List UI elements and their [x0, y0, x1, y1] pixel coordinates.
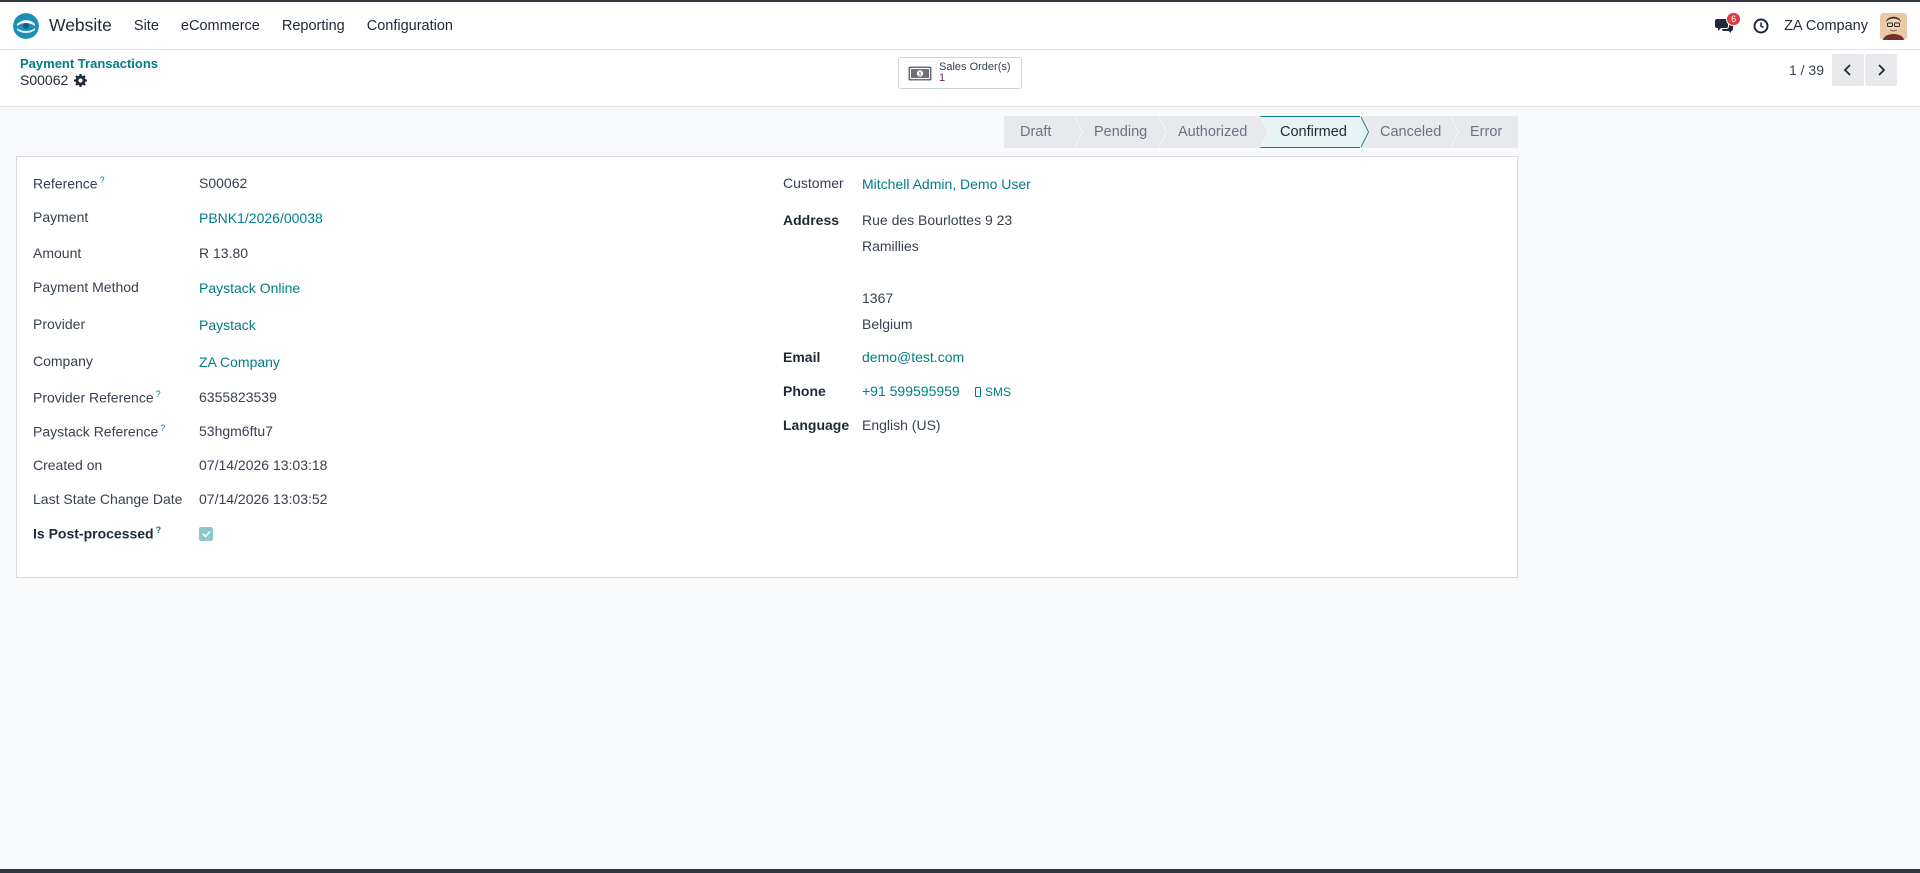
pager-next-button[interactable] — [1865, 54, 1897, 86]
email-label: Email — [783, 349, 821, 365]
send-sms-button[interactable]: SMS — [975, 385, 1011, 399]
stage-pending[interactable]: Pending — [1074, 116, 1167, 148]
provider-reference-value: 6355823539 — [199, 389, 277, 405]
amount-value: R 13.80 — [199, 245, 249, 261]
gear-icon — [74, 73, 88, 87]
record-name: S00062 — [20, 72, 69, 88]
chevron-right-icon — [1878, 64, 1886, 76]
payment-label: Payment — [33, 209, 89, 225]
record-pager: 1 / 39 — [1789, 54, 1897, 86]
stage-canceled[interactable]: Canceled — [1360, 116, 1459, 148]
menu-item-ecommerce[interactable]: eCommerce — [170, 2, 271, 50]
language-label: Language — [783, 417, 850, 433]
app-brand[interactable]: Website — [13, 2, 112, 49]
amount-label: Amount — [33, 245, 82, 261]
actions-gear-button[interactable] — [74, 73, 88, 87]
stage-error[interactable]: Error — [1450, 116, 1518, 148]
sales-orders-smart-button[interactable]: $ Sales Order(s) 1 — [898, 57, 1022, 89]
breadcrumb-current: S00062 — [20, 72, 88, 88]
website-app-icon — [13, 12, 39, 39]
control-panel: Payment Transactions S00062 $ Sales Orde… — [0, 50, 1920, 107]
email-link[interactable]: demo@test.com — [862, 349, 964, 365]
stage-draft[interactable]: Draft — [1004, 116, 1083, 148]
messaging-menu[interactable]: 6 — [1704, 2, 1744, 50]
last-state-change-value: 07/14/2026 13:03:52 — [199, 491, 328, 507]
help-tooltip-icon[interactable]: ? — [100, 175, 105, 185]
address-label: Address — [783, 212, 840, 228]
help-tooltip-icon[interactable]: ? — [156, 525, 162, 535]
payment-link[interactable]: PBNK1/2026/00038 — [199, 210, 323, 226]
stage-confirmed[interactable]: Confirmed — [1260, 116, 1369, 148]
created-on-value: 07/14/2026 13:03:18 — [199, 457, 328, 473]
menu-item-reporting[interactable]: Reporting — [271, 2, 356, 50]
address-city: Ramillies — [862, 238, 919, 254]
phone-label: Phone — [783, 383, 826, 399]
chevron-left-icon — [1843, 64, 1851, 76]
address-street: Rue des Bourlottes 9 23 — [862, 212, 1013, 228]
provider-link[interactable]: Paystack — [199, 317, 256, 333]
navbar-systray: 6 ZA Company — [1704, 2, 1920, 50]
company-switcher[interactable]: ZA Company — [1778, 18, 1880, 34]
form-sheet: Reference? S00062 Payment PBNK1/2026/000… — [16, 156, 1518, 578]
sales-orders-label: Sales Order(s) — [939, 61, 1011, 73]
user-avatar[interactable] — [1880, 12, 1907, 40]
is-post-processed-checkbox — [199, 527, 213, 541]
customer-link[interactable]: Mitchell Admin, Demo User — [862, 176, 1031, 192]
company-link[interactable]: ZA Company — [199, 354, 280, 370]
help-tooltip-icon[interactable]: ? — [160, 423, 165, 433]
activity-menu[interactable] — [1744, 2, 1778, 50]
screen-bottom-edge — [0, 869, 1920, 873]
reference-label: Reference? — [33, 175, 105, 192]
mobile-phone-icon — [975, 387, 981, 397]
menu-item-configuration[interactable]: Configuration — [356, 2, 464, 50]
company-label: Company — [33, 353, 93, 369]
reference-value: S00062 — [199, 175, 248, 191]
pager-previous-button[interactable] — [1832, 54, 1864, 86]
stage-authorized[interactable]: Authorized — [1158, 116, 1269, 148]
payment-method-link[interactable]: Paystack Online — [199, 280, 300, 296]
checkmark-icon — [201, 530, 211, 538]
address-country: Belgium — [862, 316, 913, 332]
address-zip: 1367 — [862, 290, 894, 306]
payment-method-label: Payment Method — [33, 279, 139, 295]
top-navbar: Website Site eCommerce Reporting Configu… — [0, 0, 1920, 50]
sms-label: SMS — [985, 385, 1012, 399]
main-menu: Site eCommerce Reporting Configuration — [123, 2, 464, 49]
is-post-processed-label: Is Post-processed? — [33, 525, 162, 542]
customer-label: Customer — [783, 175, 844, 191]
provider-reference-label: Provider Reference? — [33, 389, 161, 406]
last-state-change-label: Last State Change Date — [33, 491, 183, 507]
menu-item-site[interactable]: Site — [123, 2, 170, 50]
phone-link[interactable]: +91 599595959 — [862, 383, 960, 399]
svg-text:$: $ — [918, 71, 922, 77]
help-tooltip-icon[interactable]: ? — [156, 389, 161, 399]
message-count-badge: 6 — [1726, 12, 1742, 26]
pager-value[interactable]: 1 / 39 — [1789, 62, 1824, 78]
paystack-reference-label: Paystack Reference? — [33, 423, 166, 440]
app-name: Website — [49, 15, 112, 35]
money-bill-icon: $ — [908, 66, 932, 80]
paystack-reference-value: 53hgm6ftu7 — [199, 423, 273, 439]
sales-orders-text: Sales Order(s) 1 — [939, 62, 1011, 84]
status-bar: Draft Pending Authorized Confirmed Cance… — [1004, 116, 1518, 148]
provider-label: Provider — [33, 316, 86, 332]
clock-icon — [1753, 18, 1769, 34]
language-value: English (US) — [862, 417, 941, 433]
breadcrumb-payment-transactions[interactable]: Payment Transactions — [20, 56, 158, 71]
sales-orders-count: 1 — [939, 72, 946, 84]
created-on-label: Created on — [33, 457, 103, 473]
